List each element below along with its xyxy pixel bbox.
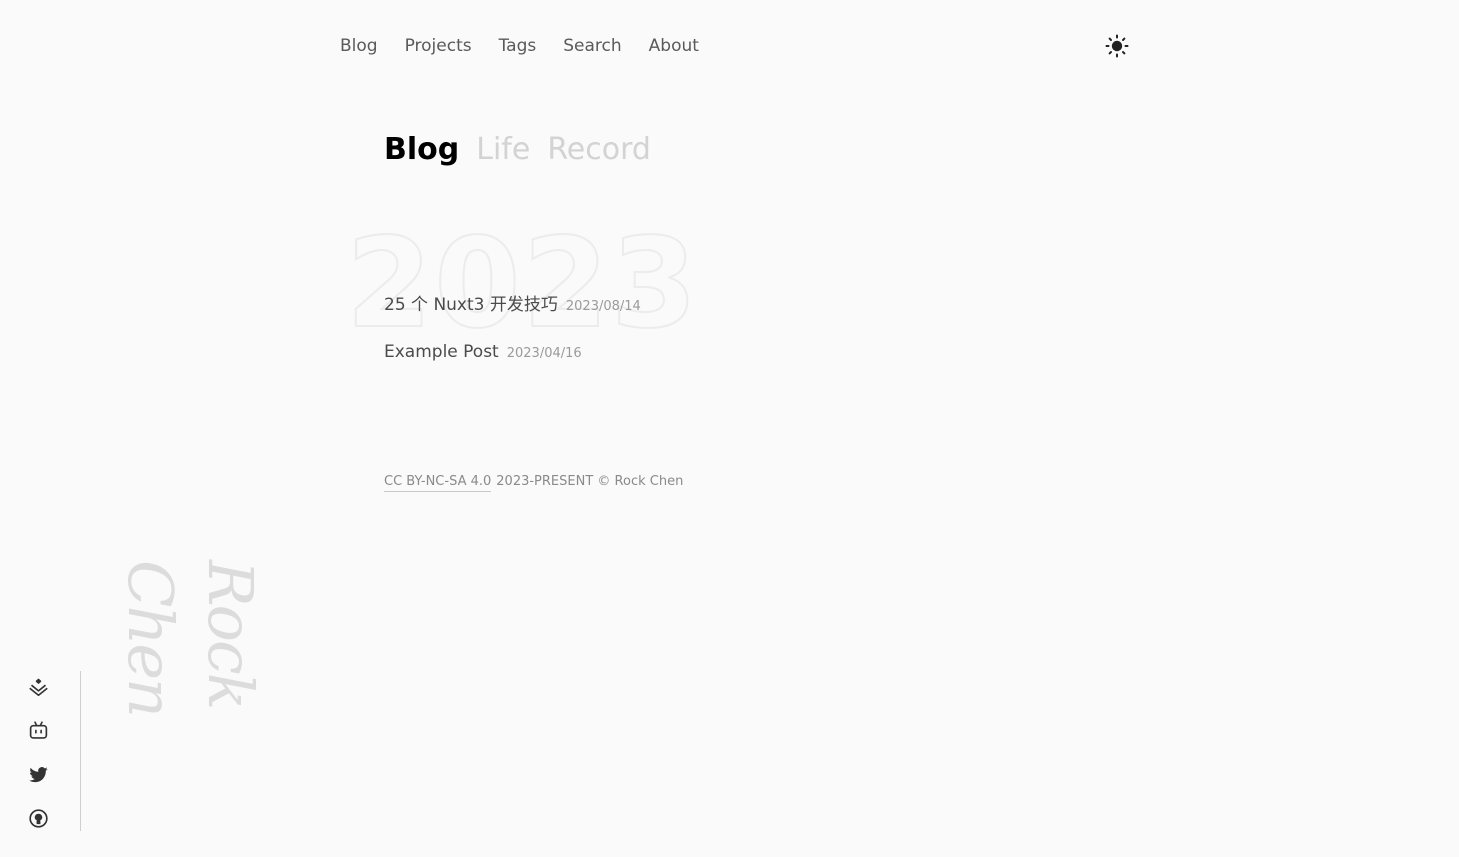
- nav-blog[interactable]: Blog: [340, 33, 378, 59]
- juejin-icon[interactable]: [28, 676, 49, 697]
- nav-projects[interactable]: Projects: [405, 33, 472, 59]
- footer: CC BY-NC-SA 4.0 2023-PRESENT © Rock Chen: [384, 474, 683, 492]
- nav-tags[interactable]: Tags: [499, 33, 537, 59]
- category-tabs: Blog Life Record: [384, 130, 668, 170]
- post-date: 2023/08/14: [565, 299, 641, 314]
- post-list: 25 个 Nuxt3 开发技巧 2023/08/14 Example Post …: [384, 290, 641, 394]
- social-links: [28, 676, 49, 852]
- tab-record[interactable]: Record: [547, 130, 651, 170]
- sidebar-divider: [80, 671, 81, 831]
- github-icon[interactable]: [28, 808, 49, 829]
- list-item[interactable]: 25 个 Nuxt3 开发技巧 2023/08/14: [384, 290, 641, 316]
- page: Blog Projects Tags Search About Blog Lif…: [0, 0, 1459, 857]
- twitter-icon[interactable]: [28, 764, 49, 785]
- nav-about[interactable]: About: [649, 33, 699, 59]
- post-title[interactable]: Example Post: [384, 342, 499, 362]
- tab-blog[interactable]: Blog: [384, 130, 459, 170]
- copyright-text: 2023-PRESENT © Rock Chen: [496, 474, 684, 489]
- post-date: 2023/04/16: [506, 346, 582, 361]
- license-link[interactable]: CC BY-NC-SA 4.0: [384, 474, 492, 492]
- post-title[interactable]: 25 个 Nuxt3 开发技巧: [384, 290, 558, 315]
- signature-logo: Rock Chen: [114, 560, 267, 716]
- list-item[interactable]: Example Post 2023/04/16: [384, 342, 641, 368]
- nav-search[interactable]: Search: [563, 33, 621, 59]
- sun-icon: [1105, 34, 1129, 58]
- theme-toggle-button[interactable]: [1105, 34, 1129, 58]
- bilibili-icon[interactable]: [28, 720, 49, 741]
- tab-life[interactable]: Life: [476, 130, 530, 170]
- top-nav: Blog Projects Tags Search About: [340, 33, 726, 59]
